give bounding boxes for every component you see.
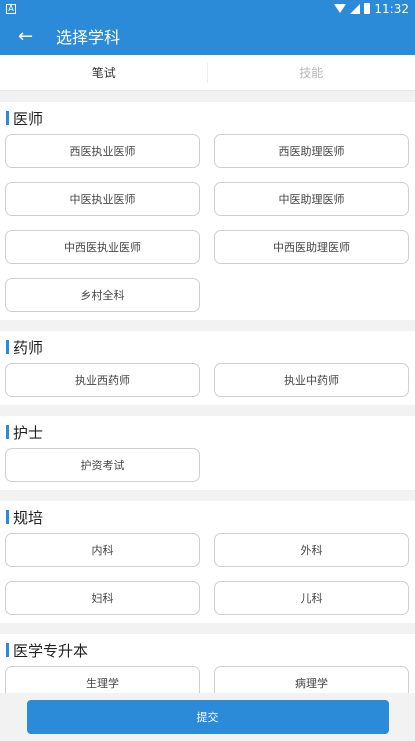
subject-grid: 内科 外科 妇科 儿科	[5, 533, 410, 615]
section-header: 护士	[5, 420, 410, 444]
status-time: 11:32	[374, 1, 409, 16]
signal-icon	[350, 3, 361, 14]
subject-chip[interactable]: 内科	[5, 533, 200, 567]
section-pharmacist: 药师 执业西药师 执业中药师	[0, 331, 415, 405]
status-icons: 11:32	[334, 2, 409, 16]
subject-chip[interactable]: 护资考试	[5, 448, 200, 482]
subject-chip[interactable]: 中西医执业医师	[5, 230, 200, 264]
subject-chip[interactable]: 乡村全科	[5, 278, 200, 312]
section-header: 药师	[5, 335, 410, 359]
subject-chip[interactable]: 执业西药师	[5, 363, 200, 397]
subject-grid: 执业西药师 执业中药师	[5, 363, 410, 397]
subject-chip[interactable]: 中医助理医师	[214, 182, 409, 216]
subject-chip[interactable]: 执业中药师	[214, 363, 409, 397]
subject-grid: 西医执业医师 西医助理医师 中医执业医师 中医助理医师 中西医执业医师 中西医助…	[5, 134, 410, 312]
section-title: 医师	[13, 109, 44, 128]
subject-chip[interactable]: 儿科	[214, 581, 409, 615]
app-bar: ← 选择学科	[0, 17, 415, 55]
tab-bar: 笔试 技能	[0, 55, 415, 91]
section-accent-bar	[6, 510, 9, 524]
subject-chip[interactable]: 妇科	[5, 581, 200, 615]
section-header: 医学专升本	[5, 638, 410, 662]
submit-button[interactable]: 提交	[26, 700, 389, 734]
back-arrow-icon[interactable]: ←	[18, 26, 40, 47]
bottom-bar: 提交	[0, 693, 415, 741]
section-title: 药师	[13, 338, 44, 357]
page-title: 选择学科	[56, 28, 121, 47]
wifi-icon	[334, 4, 347, 13]
subject-chip[interactable]: 外科	[214, 533, 409, 567]
section-header: 医师	[5, 106, 410, 130]
section-nurse: 护士 护资考试	[0, 416, 415, 490]
section-title: 规培	[13, 508, 44, 527]
subject-grid: 护资考试	[5, 448, 410, 482]
section-accent-bar	[6, 425, 9, 439]
tab-written-exam[interactable]: 笔试	[0, 55, 208, 90]
section-title: 医学专升本	[13, 641, 89, 660]
section-accent-bar	[6, 643, 9, 657]
section-accent-bar	[6, 340, 9, 354]
section-header: 规培	[5, 505, 410, 529]
section-accent-bar	[6, 111, 9, 125]
notification-icon: A	[6, 3, 16, 14]
section-physician: 医师 西医执业医师 西医助理医师 中医执业医师 中医助理医师 中西医执业医师 中…	[0, 102, 415, 320]
subject-chip[interactable]: 中西医助理医师	[214, 230, 409, 264]
subject-chip[interactable]: 中医执业医师	[5, 182, 200, 216]
status-bar: A 11:32	[0, 0, 415, 17]
section-title: 护士	[13, 423, 44, 442]
subject-chip[interactable]: 西医助理医师	[214, 134, 409, 168]
tab-skills-exam[interactable]: 技能	[208, 55, 415, 90]
subject-list: 医师 西医执业医师 西医助理医师 中医执业医师 中医助理医师 中西医执业医师 中…	[0, 91, 415, 731]
tab-divider	[207, 63, 208, 83]
subject-chip[interactable]: 西医执业医师	[5, 134, 200, 168]
section-residency-training: 规培 内科 外科 妇科 儿科	[0, 501, 415, 623]
battery-icon	[364, 3, 371, 14]
